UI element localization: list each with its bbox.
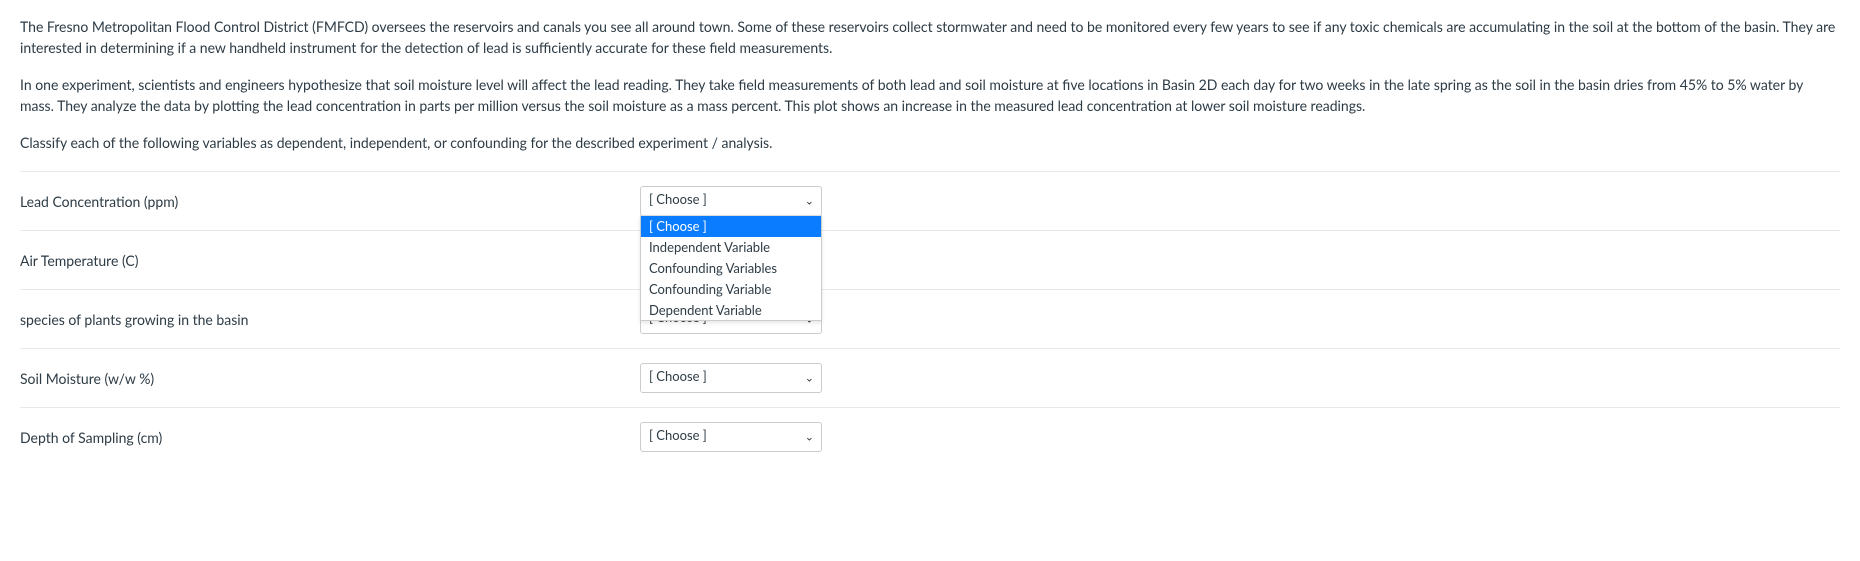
dropdown-option-independent[interactable]: Independent Variable bbox=[641, 237, 821, 258]
question-paragraph-3: Classify each of the following variables… bbox=[20, 132, 1840, 153]
question-paragraph-2: In one experiment, scientists and engine… bbox=[20, 74, 1840, 116]
answer-label: Soil Moisture (w/w %) bbox=[20, 370, 640, 387]
dropdown-option-dependent[interactable]: Dependent Variable bbox=[641, 300, 821, 321]
answer-row: species of plants growing in the basin [… bbox=[20, 289, 1840, 348]
select-wrap: [ Choose ] ⌄ bbox=[640, 363, 822, 393]
dropdown-option-confounding-plural[interactable]: Confounding Variables bbox=[641, 258, 821, 279]
answer-label: Depth of Sampling (cm) bbox=[20, 429, 640, 446]
answer-row: Soil Moisture (w/w %) [ Choose ] ⌄ bbox=[20, 348, 1840, 407]
select-wrap: [ Choose ] ⌄ [ Choose ] Independent Vari… bbox=[640, 186, 822, 216]
answer-label: Air Temperature (C) bbox=[20, 252, 640, 269]
dropdown-listbox[interactable]: [ Choose ] Independent Variable Confound… bbox=[640, 215, 822, 321]
answer-label: species of plants growing in the basin bbox=[20, 311, 640, 328]
answer-label: Lead Concentration (ppm) bbox=[20, 193, 640, 210]
answer-row: Depth of Sampling (cm) [ Choose ] ⌄ bbox=[20, 407, 1840, 466]
variable-type-select[interactable]: [ Choose ] bbox=[640, 186, 822, 216]
dropdown-option-choose[interactable]: [ Choose ] bbox=[641, 216, 821, 237]
variable-type-select[interactable]: [ Choose ] bbox=[640, 363, 822, 393]
answer-row: Air Temperature (C) ⌄ bbox=[20, 230, 1840, 289]
variable-type-select[interactable]: [ Choose ] bbox=[640, 422, 822, 452]
select-wrap: [ Choose ] ⌄ bbox=[640, 422, 822, 452]
dropdown-option-confounding[interactable]: Confounding Variable bbox=[641, 279, 821, 300]
answer-row: Lead Concentration (ppm) [ Choose ] ⌄ [ … bbox=[20, 171, 1840, 230]
question-text: The Fresno Metropolitan Flood Control Di… bbox=[20, 16, 1840, 153]
answers-container: Lead Concentration (ppm) [ Choose ] ⌄ [ … bbox=[20, 171, 1840, 466]
question-paragraph-1: The Fresno Metropolitan Flood Control Di… bbox=[20, 16, 1840, 58]
